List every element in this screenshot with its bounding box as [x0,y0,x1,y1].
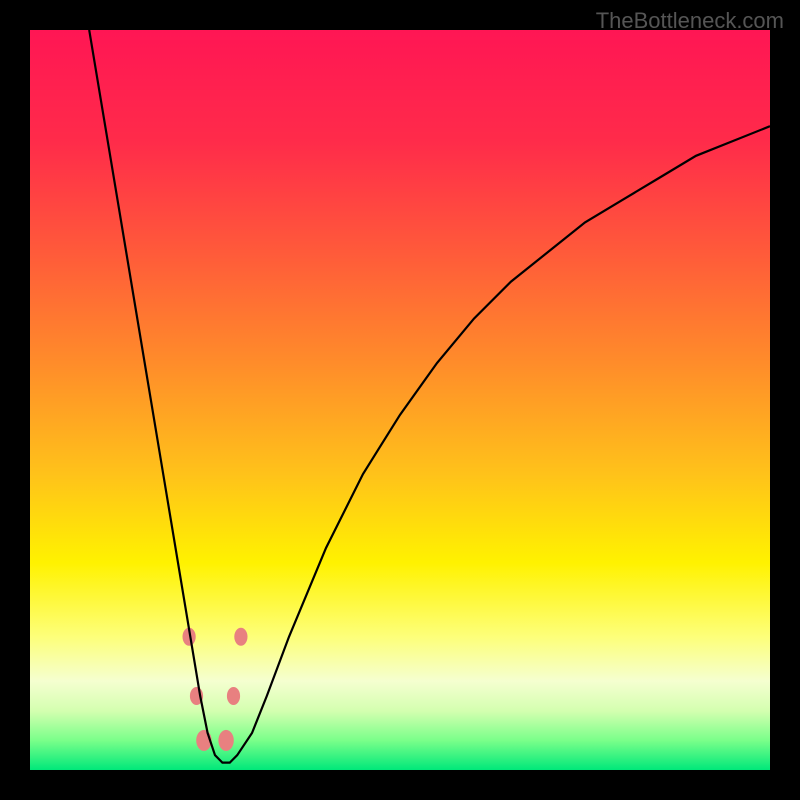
marker-dot [218,730,233,751]
curve-layer [30,30,770,770]
watermark-text: TheBottleneck.com [596,8,784,34]
marker-dot [227,687,240,705]
plot-area [30,30,770,770]
bottleneck-curve [89,30,770,763]
marker-dot [234,628,247,646]
